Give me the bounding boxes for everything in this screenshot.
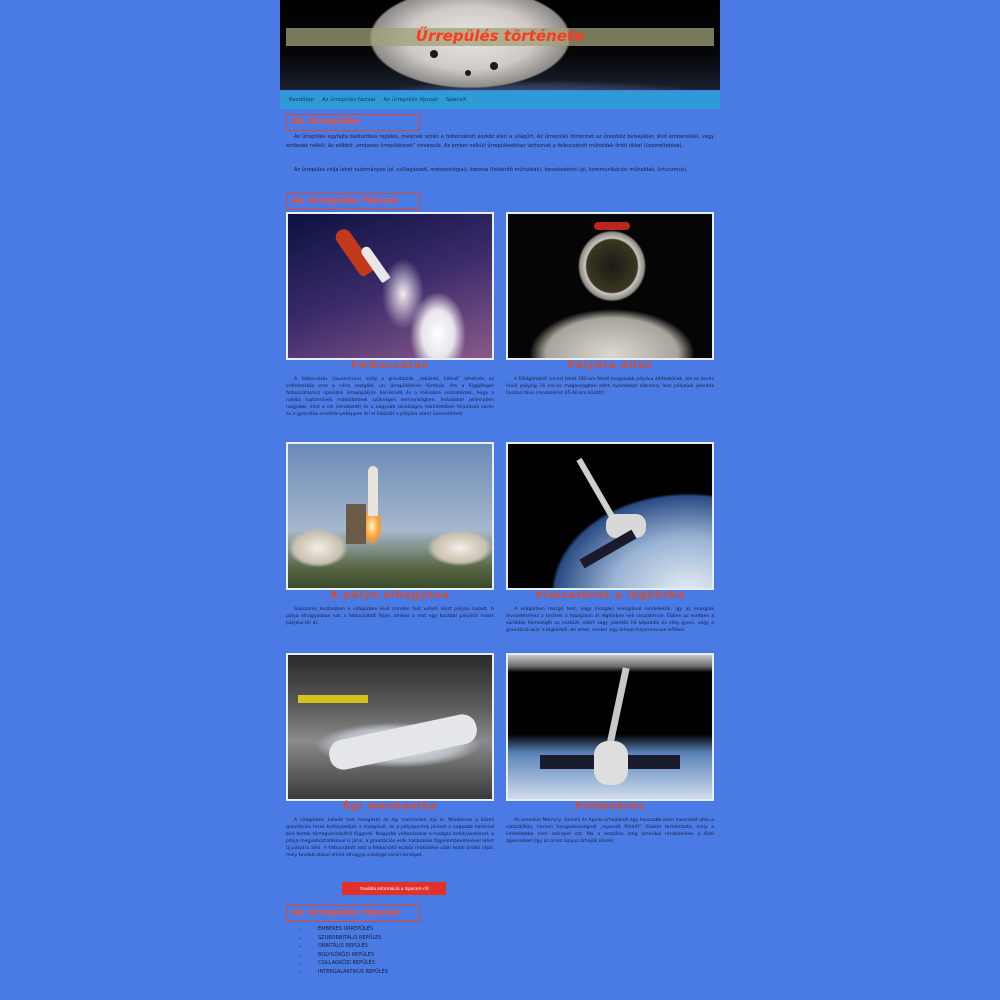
spacex-info-button[interactable]: További információ a SpaceX-ről (342, 882, 446, 895)
card-text: A világűrben haladó test mozgását az égi… (286, 818, 494, 858)
rocket-shape (368, 466, 378, 516)
rocket-body-shape (326, 711, 480, 773)
main-nav: Kezdőlap Az űrrepülés fázisai Az űrrepül… (280, 91, 720, 109)
card-caption: Felbocsátás (351, 360, 429, 371)
capsule-window-icon (465, 70, 471, 76)
launch-tower-shape (346, 504, 366, 544)
section-heading-types: Az űrrepülés típusai (286, 905, 420, 922)
types-list: EMBERES ŰRREPÜLÉS SZUBORBITÁLIS REPÜLÉS … (294, 925, 388, 977)
card-caption: Égi mechanika (342, 801, 438, 812)
card-text: Az amerikai Mercury, Gemini és Apollo űr… (506, 818, 714, 844)
nav-item-spacex[interactable]: SpaceX (446, 97, 467, 103)
launchpad-image (286, 442, 494, 590)
site-title: Űrrepülés története (415, 27, 585, 45)
list-item: BOLYGÓKÖZI REPÜLÉS (308, 951, 388, 960)
capsule-window-icon (490, 62, 498, 70)
capsule-window-icon (430, 50, 438, 58)
list-item: CSILLAGKÖZI REPÜLÉS (308, 959, 388, 968)
card-text: Sokszoros tesztekben a világűrben lévő m… (286, 607, 494, 626)
astronaut-image (506, 212, 714, 360)
card-text: A felbocsátás (lauanchoro) indig a gravi… (286, 377, 494, 417)
nav-item-home[interactable]: Kezdőlap (289, 97, 314, 103)
helmet-band-shape (594, 222, 630, 230)
card-caption: Visszatérés a légkörbe (535, 590, 685, 601)
nav-item-types[interactable]: Az űrrepülés típusai (383, 97, 438, 103)
list-item: ORBITÁLIS REPÜLÉS (308, 942, 388, 951)
section-heading-phases: Az űrrepülés fázisai (286, 193, 420, 210)
dragon-capsule-image (506, 653, 714, 801)
solar-panel-shape (579, 529, 637, 569)
intro-paragraph: Az űrrepülés célja lehet tudományos (pl.… (294, 167, 688, 173)
header-banner: Űrrepülés története (280, 0, 720, 90)
card-caption: Földetérés (575, 801, 645, 812)
section-heading-spaceflight: Az űrrepülés (286, 114, 420, 131)
nav-item-phases[interactable]: Az űrrepülés fázisai (322, 97, 376, 103)
list-item: EMBERES ŰRREPÜLÉS (308, 925, 388, 934)
list-item: INTERGALAKTIKUS REPÜLÉS (308, 968, 388, 977)
card-text: A világűrben mozgó test, vagy mozgási en… (506, 607, 714, 633)
hangar-rocket-image (286, 653, 494, 801)
robotic-arm-shape (605, 667, 630, 751)
page: Űrrepülés története Kezdőlap Az űrrepülé… (280, 0, 720, 1000)
card-caption: Pályára állás (567, 360, 653, 371)
list-item: SZUBORBITÁLIS REPÜLÉS (308, 934, 388, 943)
card-text: A Földgömbtől ismert lehet 160 km felett… (506, 377, 714, 396)
shuttle-launch-image (286, 212, 494, 360)
intro-paragraph: Az űrrepülés egyfajta ballisztikus repül… (286, 134, 714, 149)
hangar-crane-shape (298, 695, 368, 703)
capsule-shape (594, 741, 628, 785)
earth-orbit-image (506, 442, 714, 590)
card-caption: A pálya elhagyása (330, 590, 450, 601)
